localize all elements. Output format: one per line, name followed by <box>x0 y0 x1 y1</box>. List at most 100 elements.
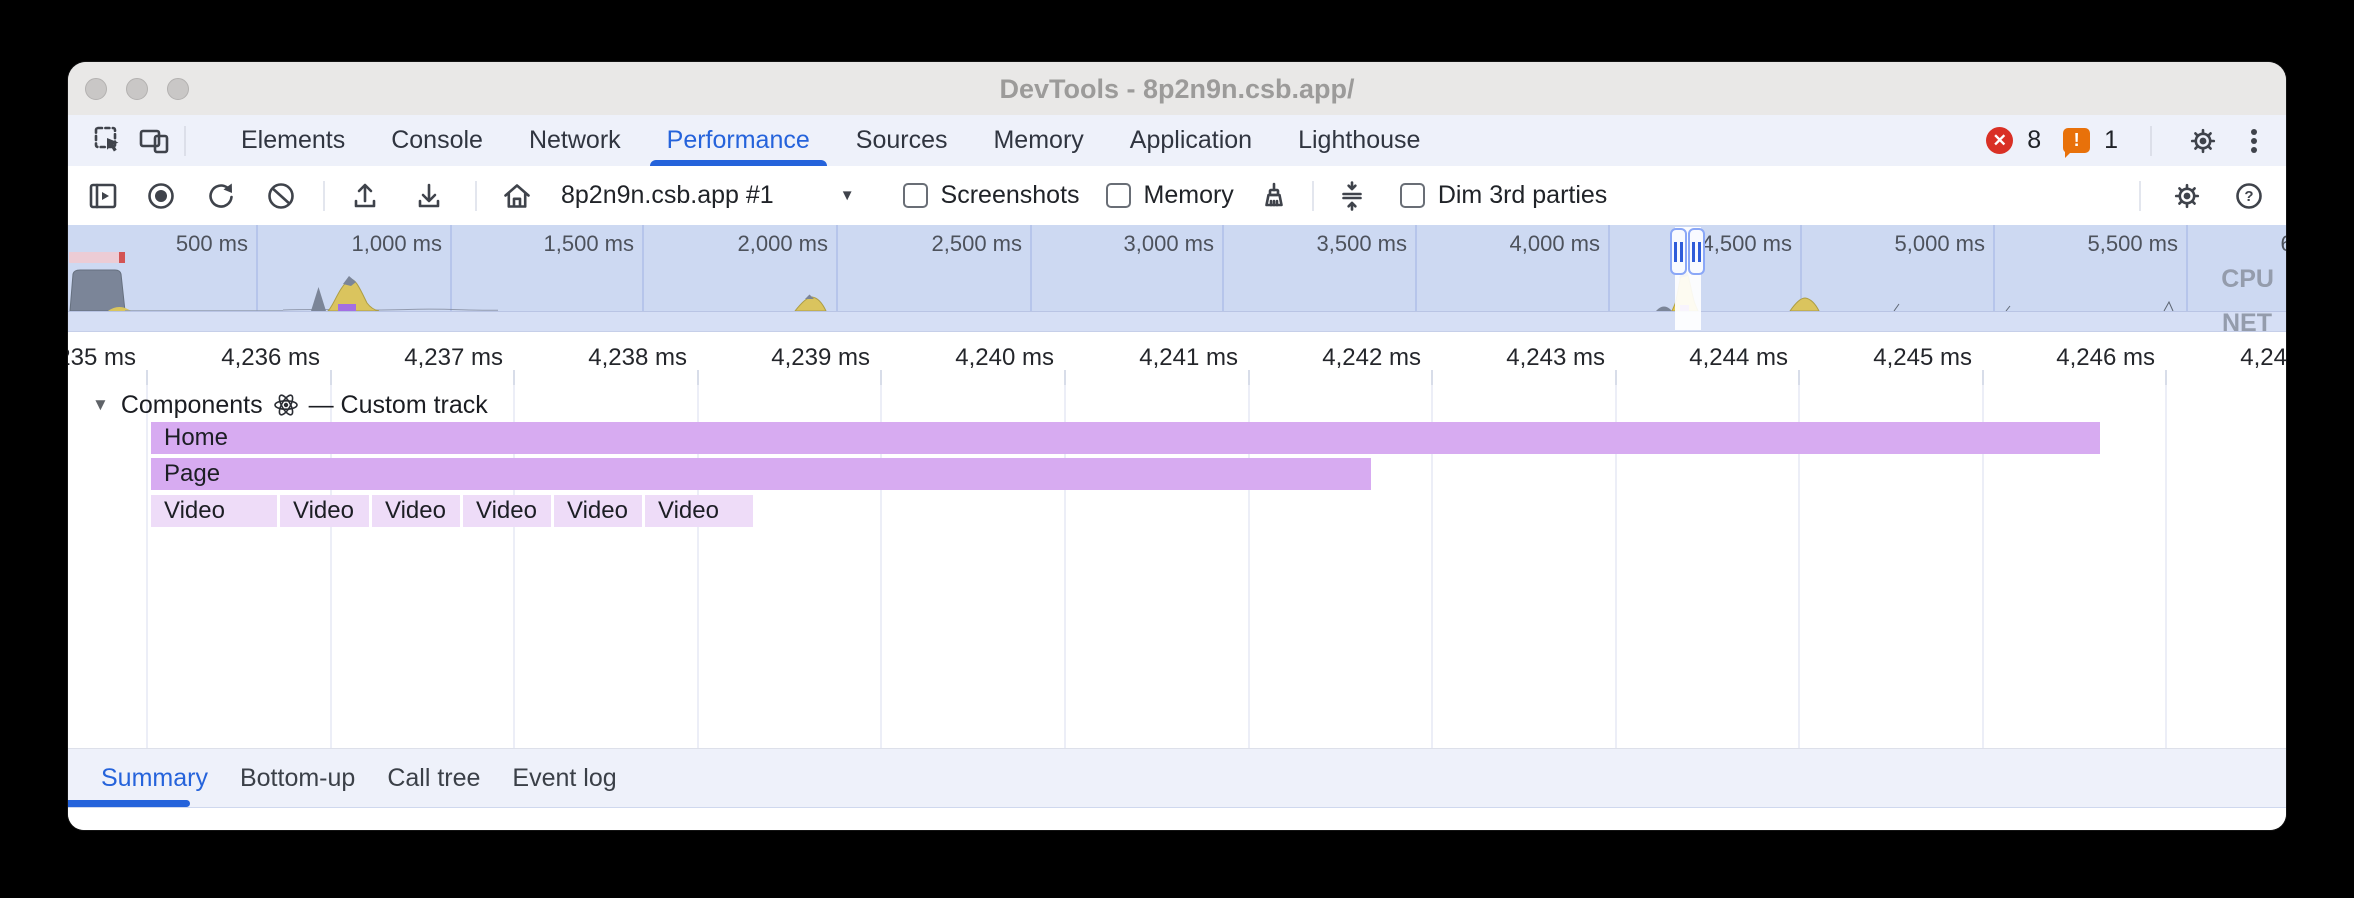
track-gridline <box>146 385 148 748</box>
memory-checkbox[interactable] <box>1106 183 1131 208</box>
ruler-tick <box>1248 370 1250 385</box>
panel-tabs: Elements Console Network Performance Sou… <box>218 115 1443 166</box>
ruler-tick-label: 4,238 ms <box>537 344 687 372</box>
divider <box>475 181 477 211</box>
devtools-window: DevTools - 8p2n9n.csb.app/ Elements Cons… <box>68 62 2286 830</box>
screenshots-checkbox[interactable] <box>903 183 928 208</box>
garbage-collect-brush-icon[interactable] <box>1256 178 1292 214</box>
record-icon[interactable] <box>143 178 179 214</box>
ruler-tick <box>1064 370 1066 385</box>
atom-icon <box>273 392 299 418</box>
ruler-tick <box>146 370 148 385</box>
track-bar-video[interactable]: Video <box>372 495 460 527</box>
ruler-tick-label: 4,242 ms <box>1271 344 1421 372</box>
memory-label[interactable]: Memory <box>1144 181 1234 210</box>
upload-profile-icon[interactable] <box>347 178 383 214</box>
dim-3rd-parties-label[interactable]: Dim 3rd parties <box>1438 181 1608 210</box>
tab-memory[interactable]: Memory <box>970 115 1106 166</box>
record-and-reload-icon[interactable] <box>203 178 239 214</box>
capture-settings-gear-icon[interactable] <box>2169 178 2205 214</box>
custom-track-header[interactable]: ▼ Components — Custom track <box>92 389 488 421</box>
track-bar-video[interactable]: Video <box>280 495 369 527</box>
performance-toolbar: 8p2n9n.csb.app #1 ▼ Screenshots Memory D… <box>68 166 2286 226</box>
ruler-tick <box>880 370 882 385</box>
ruler-tick <box>1982 370 1984 385</box>
tab-summary[interactable]: Summary <box>85 764 224 793</box>
ruler-tick-label: 4,235 ms <box>68 344 136 372</box>
selection-right-handle[interactable] <box>1688 228 1705 275</box>
ruler-tick <box>513 370 515 385</box>
svg-text:?: ? <box>2244 188 2253 205</box>
ruler-tick-label: 4,239 ms <box>720 344 870 372</box>
expander-triangle-icon[interactable]: ▼ <box>92 395 109 415</box>
track-bar-page[interactable]: Page <box>151 458 1371 490</box>
ruler-tick-label: 4,246 ms <box>2005 344 2155 372</box>
settings-gear-icon[interactable] <box>2184 122 2222 160</box>
titlebar: DevTools - 8p2n9n.csb.app/ <box>68 62 2286 116</box>
tab-application[interactable]: Application <box>1107 115 1275 166</box>
window-footer <box>68 807 2286 830</box>
screenshots-label[interactable]: Screenshots <box>941 181 1080 210</box>
net-track-label: NET <box>2222 309 2272 332</box>
toggle-sidebar-icon[interactable] <box>85 178 121 214</box>
ruler-tick <box>1615 370 1617 385</box>
divider <box>323 181 325 211</box>
selection-left-handle[interactable] <box>1670 228 1687 275</box>
ruler-tick-label: 4,243 ms <box>1455 344 1605 372</box>
track-bar-video[interactable]: Video <box>151 495 277 527</box>
clear-icon[interactable] <box>263 178 299 214</box>
divider <box>1312 181 1314 211</box>
flamechart-track-area[interactable]: ▼ Components — Custom track Home Page Vide… <box>68 385 2286 748</box>
device-toolbar-icon[interactable] <box>136 122 174 160</box>
warning-count[interactable]: 1 <box>2104 126 2118 155</box>
tab-lighthouse[interactable]: Lighthouse <box>1275 115 1443 166</box>
track-bar-video[interactable]: Video <box>554 495 642 527</box>
window-title: DevTools - 8p2n9n.csb.app/ <box>68 74 2286 105</box>
tab-elements[interactable]: Elements <box>218 115 368 166</box>
timeline-overview[interactable]: 500 ms1,000 ms1,500 ms2,000 ms2,500 ms3,… <box>68 225 2286 332</box>
profile-selector[interactable]: 8p2n9n.csb.app #1 <box>561 181 774 210</box>
tab-performance[interactable]: Performance <box>644 115 833 166</box>
collapse-tracks-icon[interactable] <box>1334 178 1370 214</box>
ruler-tick <box>1798 370 1800 385</box>
tab-sources[interactable]: Sources <box>833 115 971 166</box>
tab-event-log[interactable]: Event log <box>496 764 632 793</box>
track-suffix: — Custom track <box>309 391 488 420</box>
ruler-tick-label: 4,244 ms <box>1638 344 1788 372</box>
timeline-ruler[interactable]: 4,235 ms 4,236 ms 4,237 ms 4,238 ms 4,239 ms… <box>68 332 2286 385</box>
tab-console[interactable]: Console <box>368 115 506 166</box>
more-options-kebab-icon[interactable] <box>2244 122 2264 160</box>
dim-3rd-parties-checkbox[interactable] <box>1400 183 1425 208</box>
divider <box>184 126 186 156</box>
ruler-tick-label: 4,241 ms <box>1088 344 1238 372</box>
tab-bottom-up[interactable]: Bottom-up <box>224 764 371 793</box>
error-count[interactable]: 8 <box>2027 126 2041 155</box>
warning-count-icon[interactable]: ! <box>2063 128 2090 153</box>
download-profile-icon[interactable] <box>411 178 447 214</box>
track-bar-home[interactable]: Home <box>151 422 2100 454</box>
divider <box>2150 126 2152 156</box>
inspect-element-icon[interactable] <box>90 122 128 160</box>
chevron-down-icon[interactable]: ▼ <box>840 187 855 204</box>
ruler-tick-label: 4,237 ms <box>353 344 503 372</box>
tab-network[interactable]: Network <box>506 115 644 166</box>
devtools-tabbar: Elements Console Network Performance Sou… <box>68 115 2286 166</box>
cpu-track-label: CPU <box>2221 265 2274 294</box>
track-name: Components <box>121 391 263 420</box>
ruler-tick <box>697 370 699 385</box>
ruler-tick <box>330 370 332 385</box>
help-icon[interactable]: ? <box>2231 178 2267 214</box>
home-icon[interactable] <box>499 178 535 214</box>
ruler-tick-label: 4,236 ms <box>170 344 320 372</box>
ruler-tick-label: 4,245 ms <box>1822 344 1972 372</box>
active-details-tab-underline <box>68 800 190 807</box>
details-tabbar: Summary Bottom-up Call tree Event log <box>68 748 2286 807</box>
tab-call-tree[interactable]: Call tree <box>371 764 496 793</box>
error-count-icon[interactable]: ✕ <box>1986 127 2013 154</box>
track-gridline <box>2165 385 2167 748</box>
track-bar-video[interactable]: Video <box>463 495 551 527</box>
network-overview-band <box>68 311 2286 332</box>
ruler-tick <box>2165 370 2167 385</box>
track-bar-video[interactable]: Video <box>645 495 753 527</box>
ruler-tick-label: 4,240 ms <box>904 344 1054 372</box>
